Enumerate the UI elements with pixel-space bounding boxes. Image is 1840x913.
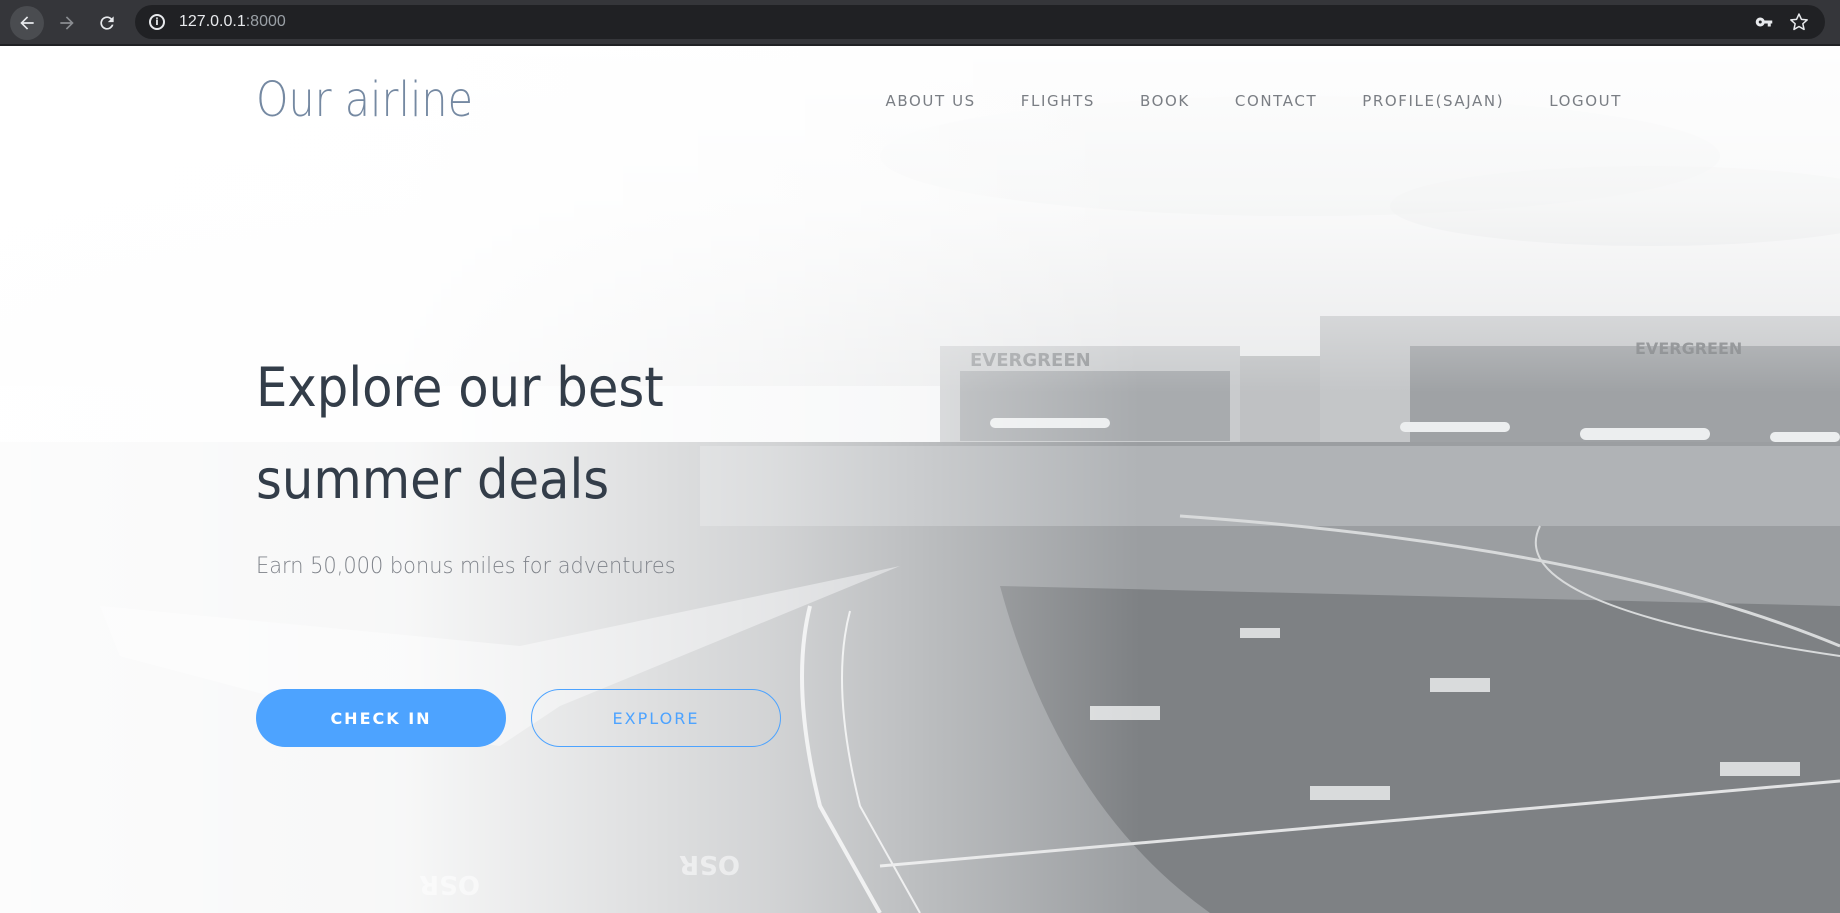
nav-logout[interactable]: LOGOUT [1549,92,1622,110]
forward-arrow-icon [60,16,74,30]
reload-icon [100,16,114,30]
url-host: 127.0.0.1 [179,13,246,30]
nav-contact[interactable]: CONTACT [1235,92,1317,110]
url-text[interactable]: 127.0.0.1:8000 [179,13,286,31]
explore-button[interactable]: EXPLORE [531,689,781,747]
key-icon[interactable] [1755,13,1773,31]
url-port: :8000 [245,13,286,30]
star-icon[interactable] [1789,12,1809,32]
back-button[interactable] [10,6,44,40]
info-icon[interactable]: i [149,14,165,30]
site-logo[interactable]: Our airline [256,72,473,128]
nav-profile[interactable]: PROFILE(SAJAN) [1362,92,1504,110]
reload-button[interactable] [90,6,124,40]
check-in-button[interactable]: CHECK IN [256,689,506,747]
nav-about-us[interactable]: ABOUT US [885,92,975,110]
nav-flights[interactable]: FLIGHTS [1021,92,1095,110]
landing-page: EVERGREEN EVERGREEN OSR OSR [0,46,1840,913]
forward-button[interactable] [50,6,84,40]
back-arrow-icon [20,16,34,30]
hero-title: Explore our best summer deals [256,356,664,511]
address-bar[interactable]: i 127.0.0.1:8000 [135,5,1825,39]
nav-book[interactable]: BOOK [1140,92,1190,110]
hero-subtitle: Earn 50,000 bonus miles for adventures [256,554,676,579]
browser-toolbar: i 127.0.0.1:8000 [0,0,1840,46]
main-nav: ABOUT US FLIGHTS BOOK CONTACT PROFILE(SA… [840,92,1622,110]
